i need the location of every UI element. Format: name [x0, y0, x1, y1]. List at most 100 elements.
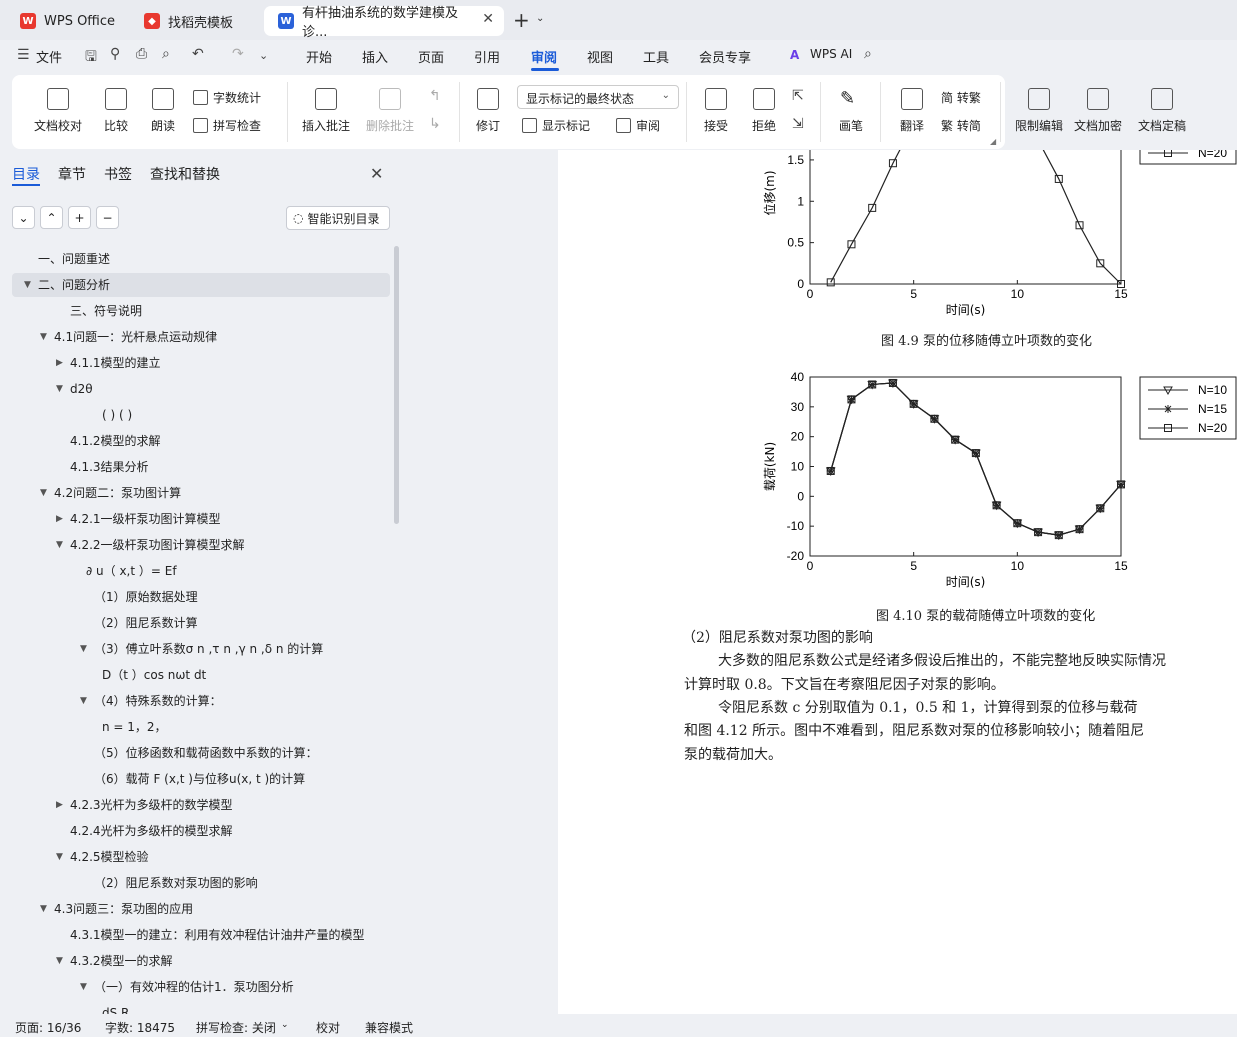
- chevron-down-icon[interactable]: ⌄: [536, 13, 544, 24]
- proof-status[interactable]: 校对: [316, 1019, 340, 1036]
- smart-toc-button[interactable]: ◌ 智能识别目录: [286, 206, 390, 230]
- delete-comment-button[interactable]: 删除批注: [360, 76, 420, 134]
- next-change-icon[interactable]: ⇲: [792, 116, 804, 132]
- caret-right-icon[interactable]: ▶: [56, 358, 63, 368]
- nav-tab-chapters[interactable]: 章节: [58, 164, 86, 184]
- nav-tab-bookmarks[interactable]: 书签: [104, 164, 132, 184]
- toc-item[interactable]: 三、符号说明: [70, 298, 142, 324]
- toc-item[interactable]: 4.2.2一级杆泵功图计算模型求解: [70, 532, 245, 558]
- prev-change-icon[interactable]: ⇱: [792, 88, 804, 104]
- toc-item[interactable]: （2）阻尼系数对泵功图的影响: [94, 870, 258, 896]
- translate-button[interactable]: 翻译: [892, 76, 932, 134]
- toc-item[interactable]: （6）载荷 F (x,t )与位移u(x, t )的计算: [94, 766, 305, 792]
- close-icon[interactable]: ✕: [370, 164, 383, 183]
- nav-tab-find-replace[interactable]: 查找和替换: [150, 164, 220, 184]
- to-traditional-button[interactable]: 简 转繁: [941, 89, 981, 106]
- tab-document[interactable]: W 有杆抽油系统的数学建模及诊... ✕: [264, 6, 504, 40]
- toc-item[interactable]: （3）傅立叶系数σ n ,τ n ,γ n ,δ n 的计算: [94, 636, 323, 662]
- menu-page[interactable]: 页面: [418, 47, 444, 66]
- toc-item[interactable]: 4.1.3结果分析: [70, 454, 149, 480]
- toc-item[interactable]: 4.2问题二：泵功图计算: [54, 480, 181, 506]
- page-count[interactable]: 页面: 16/36: [15, 1019, 81, 1036]
- accept-button[interactable]: 接受: [698, 76, 734, 134]
- menu-review[interactable]: 审阅: [531, 47, 557, 66]
- nav-tab-toc[interactable]: 目录: [12, 164, 40, 184]
- menu-references[interactable]: 引用: [474, 47, 500, 66]
- expand-all-button[interactable]: ⌄: [12, 206, 35, 229]
- toc-item[interactable]: D（t ）cos nωt dt: [102, 662, 206, 688]
- toc-item[interactable]: （1）原始数据处理: [94, 584, 198, 610]
- read-aloud-button[interactable]: 朗读: [148, 76, 178, 134]
- spell-check-button[interactable]: 拼写检查: [193, 117, 261, 134]
- menu-file[interactable]: 文件: [36, 47, 62, 66]
- tab-docer[interactable]: ◆ 找稻壳模板: [130, 6, 260, 36]
- print-icon[interactable]: ⎙: [136, 46, 147, 62]
- toc-item[interactable]: 4.2.1一级杆泵功图计算模型: [70, 506, 221, 532]
- caret-down-icon[interactable]: ▼: [40, 904, 47, 914]
- word-count[interactable]: 字数: 18475: [105, 1019, 175, 1036]
- print-preview-icon[interactable]: ⌕: [162, 46, 170, 62]
- caret-down-icon[interactable]: ▼: [56, 540, 63, 550]
- restrict-edit-button[interactable]: 限制编辑: [1014, 76, 1064, 134]
- share-icon[interactable]: ⚲: [110, 46, 120, 62]
- caret-down-icon[interactable]: ▼: [40, 332, 47, 342]
- word-count-button[interactable]: 字数统计: [193, 89, 261, 106]
- toc-item[interactable]: 4.1.1模型的建立: [70, 350, 161, 376]
- toc-item[interactable]: ( ) ( ): [102, 402, 132, 428]
- new-tab-button[interactable]: +: [513, 8, 530, 32]
- toc-item[interactable]: 4.1问题一：光杆悬点运动规律: [54, 324, 217, 350]
- next-comment-icon[interactable]: ↳: [429, 116, 441, 132]
- caret-down-icon[interactable]: ▼: [80, 644, 87, 654]
- nav-scrollbar[interactable]: [394, 246, 399, 524]
- collapse-all-button[interactable]: ⌃: [40, 206, 63, 229]
- toc-item[interactable]: 4.3.1模型一的建立：利用有效冲程估计油井产量的模型: [70, 922, 365, 948]
- caret-down-icon[interactable]: ▼: [80, 982, 87, 992]
- toc-item[interactable]: 4.2.5模型检验: [70, 844, 149, 870]
- close-icon[interactable]: ✕: [482, 11, 494, 27]
- proofread-button[interactable]: 文档校对: [30, 76, 86, 134]
- reject-button[interactable]: 拒绝: [746, 76, 782, 134]
- save-icon[interactable]: 🖫: [85, 46, 97, 70]
- toc-item[interactable]: d2θ: [70, 376, 93, 402]
- hamburger-icon[interactable]: ☰: [17, 47, 30, 63]
- menu-view[interactable]: 视图: [587, 47, 613, 66]
- menu-wps-ai[interactable]: WPS AI: [810, 47, 852, 61]
- prev-comment-icon[interactable]: ↰: [429, 88, 441, 104]
- ribbon-expand-icon[interactable]: ◢: [990, 137, 996, 146]
- menu-insert[interactable]: 插入: [362, 47, 388, 66]
- toc-item[interactable]: ∂ u（ x,t ）= Ef: [86, 558, 177, 584]
- caret-right-icon[interactable]: ▶: [56, 514, 63, 524]
- toc-item[interactable]: 4.3问题三：泵功图的应用: [54, 896, 193, 922]
- toc-item[interactable]: 4.3.2模型一的求解: [70, 948, 173, 974]
- toc-item[interactable]: 二、问题分析: [38, 272, 110, 298]
- undo-icon[interactable]: ↶: [192, 46, 204, 62]
- toc-item[interactable]: 4.2.3光杆为多级杆的数学模型: [70, 792, 233, 818]
- tab-wps-office[interactable]: W WPS Office: [6, 6, 124, 36]
- add-heading-button[interactable]: +: [68, 206, 91, 229]
- toc-item[interactable]: 一、问题重述: [38, 246, 110, 272]
- finalize-button[interactable]: 文档定稿: [1133, 76, 1191, 134]
- menu-home[interactable]: 开始: [306, 47, 332, 66]
- show-markup-button[interactable]: 显示标记: [522, 117, 590, 134]
- toc-item[interactable]: 4.1.2模型的求解: [70, 428, 161, 454]
- menu-member[interactable]: 会员专享: [699, 47, 751, 66]
- toc-item[interactable]: （2）阻尼系数计算: [94, 610, 198, 636]
- caret-down-icon[interactable]: ▼: [56, 384, 63, 394]
- more-chevron-icon[interactable]: ⌄: [259, 49, 268, 62]
- caret-down-icon[interactable]: ▼: [40, 488, 47, 498]
- toc-item[interactable]: （5）位移函数和载荷函数中系数的计算：: [94, 740, 318, 766]
- caret-right-icon[interactable]: ▶: [56, 800, 63, 810]
- caret-down-icon[interactable]: ▼: [56, 956, 63, 966]
- toc-item[interactable]: n = 1，2，: [102, 714, 167, 740]
- revise-button[interactable]: 修订: [470, 76, 506, 134]
- menu-tools[interactable]: 工具: [643, 47, 669, 66]
- caret-down-icon[interactable]: ▼: [56, 852, 63, 862]
- toc-item[interactable]: 4.2.4光杆为多级杆的模型求解: [70, 818, 233, 844]
- caret-down-icon[interactable]: ▼: [24, 280, 31, 290]
- redo-icon[interactable]: ↷: [232, 46, 244, 62]
- pen-button[interactable]: ✎ 画笔: [836, 76, 866, 134]
- toc-item[interactable]: （4）特殊系数的计算：: [94, 688, 222, 714]
- toc-item[interactable]: （一）有效冲程的估计1．泵功图分析: [94, 974, 294, 1000]
- document-page[interactable]: 05101521.510.50时间(s)位移(m)N=20 图 4.9 泵的位移…: [558, 150, 1237, 1014]
- caret-down-icon[interactable]: ▼: [80, 696, 87, 706]
